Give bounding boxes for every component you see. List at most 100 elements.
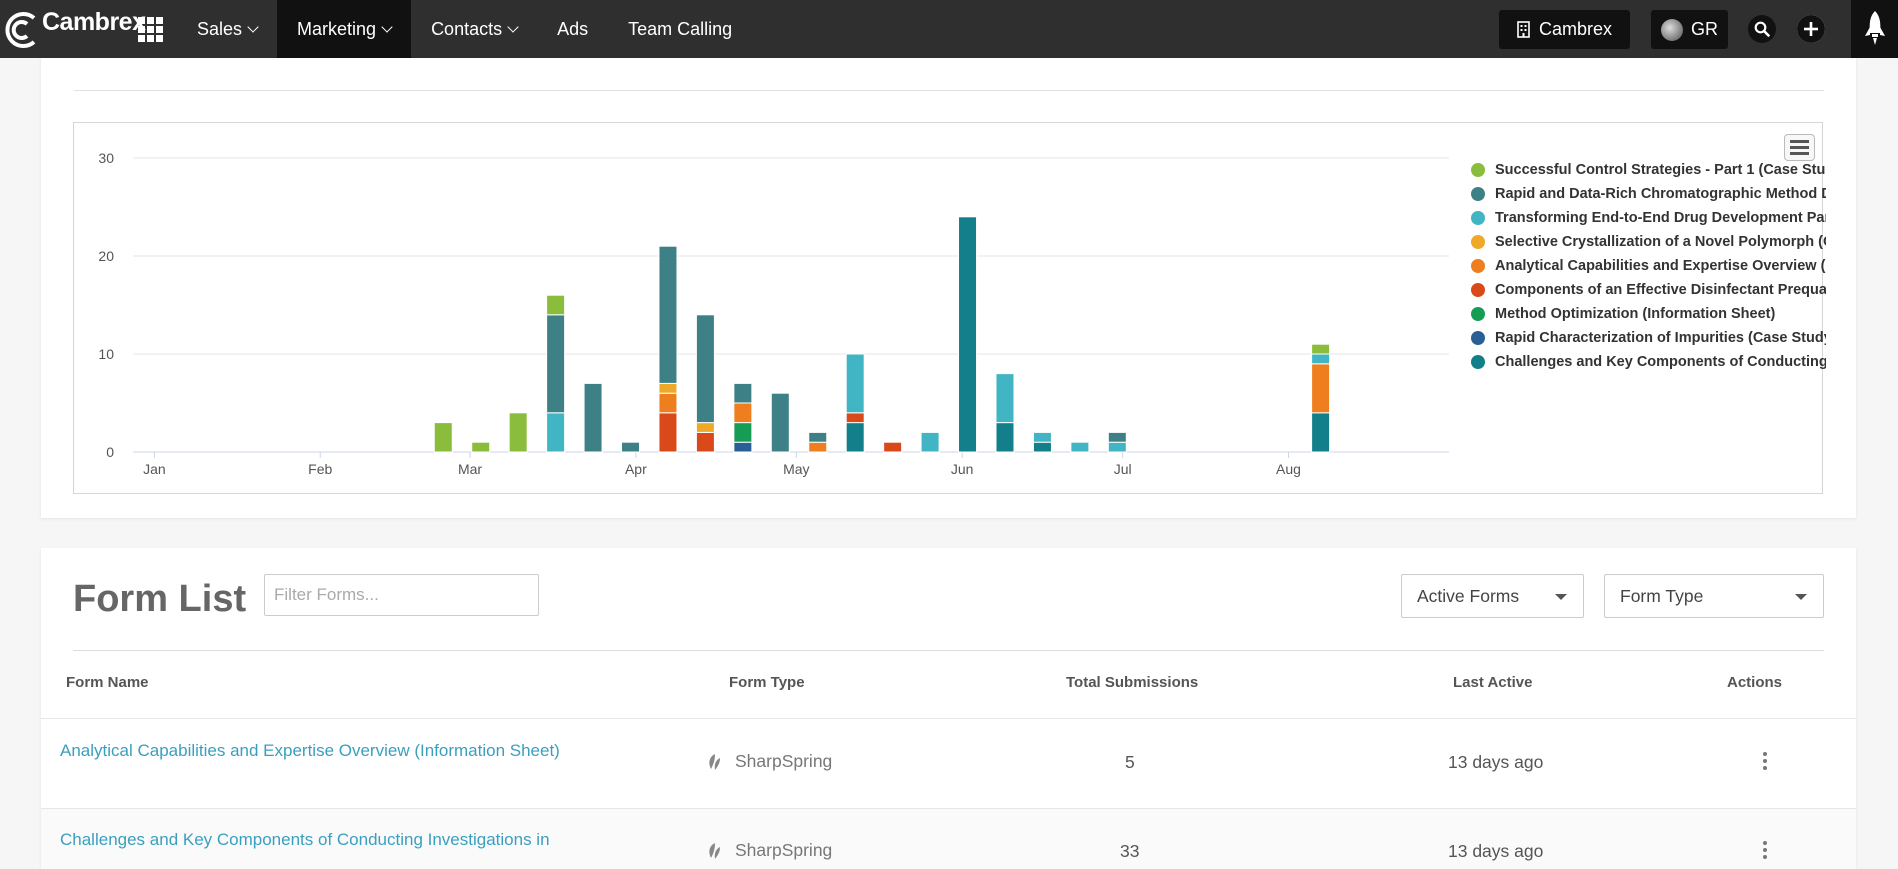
- chart-bar-segment[interactable]: [695, 422, 715, 433]
- legend-item[interactable]: Method Optimization (Information Sheet): [1471, 302, 1826, 326]
- column-header-form-name[interactable]: Form Name: [66, 674, 149, 691]
- nav-item-sales[interactable]: Sales: [177, 0, 277, 58]
- legend-label: Selective Crystallization of a Novel Pol…: [1495, 234, 1826, 250]
- legend-label: Method Optimization (Information Sheet): [1495, 306, 1776, 322]
- hamburger-icon: [1790, 140, 1809, 143]
- avatar: [1661, 18, 1683, 41]
- add-button[interactable]: [1797, 15, 1825, 43]
- form-type-filter-value: Form Type: [1620, 585, 1704, 606]
- column-header-last-active[interactable]: Last Active: [1453, 674, 1532, 691]
- legend-item[interactable]: Selective Crystallization of a Novel Pol…: [1471, 230, 1826, 254]
- chart-bar-segment[interactable]: [1032, 431, 1052, 443]
- chart-bar-segment[interactable]: [1311, 363, 1331, 414]
- legend-marker: [1471, 283, 1485, 297]
- caret-down-icon: [1555, 594, 1567, 600]
- x-axis-tick-label: May: [783, 461, 809, 477]
- chart-bar-segment[interactable]: [770, 392, 790, 453]
- caret-down-icon: [1795, 594, 1807, 600]
- launch-button[interactable]: [1851, 0, 1898, 58]
- chart-bar-segment[interactable]: [658, 412, 678, 453]
- organization-button[interactable]: Cambrex: [1499, 10, 1630, 49]
- chart-bar-segment[interactable]: [733, 422, 753, 443]
- user-menu-button[interactable]: GR: [1651, 10, 1728, 49]
- chart-bar-segment[interactable]: [845, 412, 865, 424]
- chart-bar-segment[interactable]: [995, 422, 1015, 453]
- legend-item[interactable]: Rapid Characterization of Impurities (Ca…: [1471, 326, 1826, 350]
- cambrex-logo-icon: [5, 12, 36, 48]
- chart-bar-segment[interactable]: [995, 373, 1015, 424]
- nav-item-ads[interactable]: Ads: [537, 0, 608, 58]
- chart-bar-segment[interactable]: [845, 422, 865, 453]
- chevron-down-icon: [507, 21, 519, 33]
- chart-bar-segment[interactable]: [546, 294, 566, 316]
- search-button[interactable]: [1748, 15, 1776, 43]
- status-filter-select[interactable]: Active Forms: [1401, 574, 1584, 618]
- chart-bar-segment[interactable]: [845, 353, 865, 414]
- chart-bar-segment[interactable]: [433, 422, 453, 453]
- chart-bar-segment[interactable]: [621, 441, 641, 453]
- legend-item[interactable]: Transforming End-to-End Drug Development…: [1471, 206, 1826, 230]
- chart-bar-segment[interactable]: [508, 412, 528, 453]
- legend-item[interactable]: Rapid and Data-Rich Chromatographic Meth…: [1471, 182, 1826, 206]
- legend-item[interactable]: Challenges and Key Components of Conduct…: [1471, 350, 1826, 374]
- nav-item-label: Contacts: [431, 18, 503, 39]
- nav-item-marketing[interactable]: Marketing: [277, 0, 412, 58]
- chart-bar-segment[interactable]: [1032, 441, 1052, 453]
- chart-bar-segment[interactable]: [583, 382, 603, 453]
- status-filter-value: Active Forms: [1417, 585, 1520, 606]
- rocket-icon: [1864, 11, 1885, 45]
- brand-logo[interactable]: Cambrex: [0, 0, 146, 58]
- chart-bar-segment[interactable]: [658, 245, 678, 384]
- row-actions-kebab-icon[interactable]: [1763, 841, 1767, 859]
- organization-name: Cambrex: [1538, 19, 1613, 39]
- legend-marker: [1471, 163, 1485, 177]
- chart-legend: Successful Control Strategies - Part 1 (…: [1471, 158, 1826, 374]
- chart-bar-segment[interactable]: [733, 441, 753, 453]
- nav-item-contacts[interactable]: Contacts: [411, 0, 537, 58]
- form-name-link[interactable]: Analytical Capabilities and Expertise Ov…: [60, 738, 560, 763]
- column-header-form-type[interactable]: Form Type: [729, 674, 805, 691]
- column-header-total-submissions[interactable]: Total Submissions: [1066, 674, 1198, 691]
- form-type-label: SharpSpring: [735, 751, 833, 771]
- chart-bar-segment[interactable]: [658, 392, 678, 414]
- legend-item[interactable]: Components of an Effective Disinfectant …: [1471, 278, 1826, 302]
- y-axis-tick-label: 20: [98, 248, 114, 264]
- chart-menu-button[interactable]: [1784, 134, 1815, 161]
- main-menu: Sales Marketing Contacts Ads Team Calling: [177, 0, 752, 58]
- legend-label: Challenges and Key Components of Conduct…: [1495, 354, 1826, 370]
- legend-label: Rapid Characterization of Impurities (Ca…: [1495, 330, 1826, 346]
- chart-bar-segment[interactable]: [958, 216, 978, 453]
- legend-marker: [1471, 331, 1485, 345]
- chart-bar-segment[interactable]: [1311, 412, 1331, 453]
- chart-bar-segment[interactable]: [1107, 431, 1127, 443]
- y-axis-tick-label: 30: [98, 150, 114, 166]
- legend-item[interactable]: Successful Control Strategies - Part 1 (…: [1471, 158, 1826, 182]
- chart-bar-segment[interactable]: [695, 314, 715, 424]
- chart-bar-segment[interactable]: [1311, 353, 1331, 365]
- chart-bar-segment[interactable]: [883, 441, 903, 453]
- nav-item-team-calling[interactable]: Team Calling: [608, 0, 752, 58]
- chart-bar-segment[interactable]: [808, 441, 828, 453]
- chart-bar-segment[interactable]: [733, 382, 753, 404]
- x-axis-tick-label: Jun: [951, 461, 974, 477]
- chart-bar-segment[interactable]: [1070, 441, 1090, 453]
- filter-forms-input[interactable]: [264, 574, 539, 616]
- chart-bar-segment[interactable]: [471, 441, 491, 453]
- chart-bar-segment[interactable]: [920, 431, 940, 453]
- chart-bar-segment[interactable]: [546, 412, 566, 453]
- chart-bar-segment[interactable]: [658, 382, 678, 394]
- chart-bar-segment[interactable]: [546, 314, 566, 414]
- form-name-link[interactable]: Challenges and Key Components of Conduct…: [60, 827, 560, 852]
- chart-bar-segment[interactable]: [808, 431, 828, 443]
- nav-item-label: Team Calling: [628, 18, 733, 39]
- row-actions-kebab-icon[interactable]: [1763, 752, 1767, 770]
- divider: [73, 650, 1824, 651]
- chart-bar-segment[interactable]: [733, 402, 753, 424]
- form-type-filter-select[interactable]: Form Type: [1604, 574, 1824, 618]
- chart-bar-segment[interactable]: [695, 431, 715, 453]
- apps-grid-icon[interactable]: [138, 17, 163, 42]
- form-list-card: Form List Active Forms Form Type Form Na…: [41, 548, 1856, 869]
- legend-item[interactable]: Analytical Capabilities and Expertise Ov…: [1471, 254, 1826, 278]
- chart-bar-segment[interactable]: [1311, 343, 1331, 355]
- chart-bar-segment[interactable]: [1107, 441, 1127, 453]
